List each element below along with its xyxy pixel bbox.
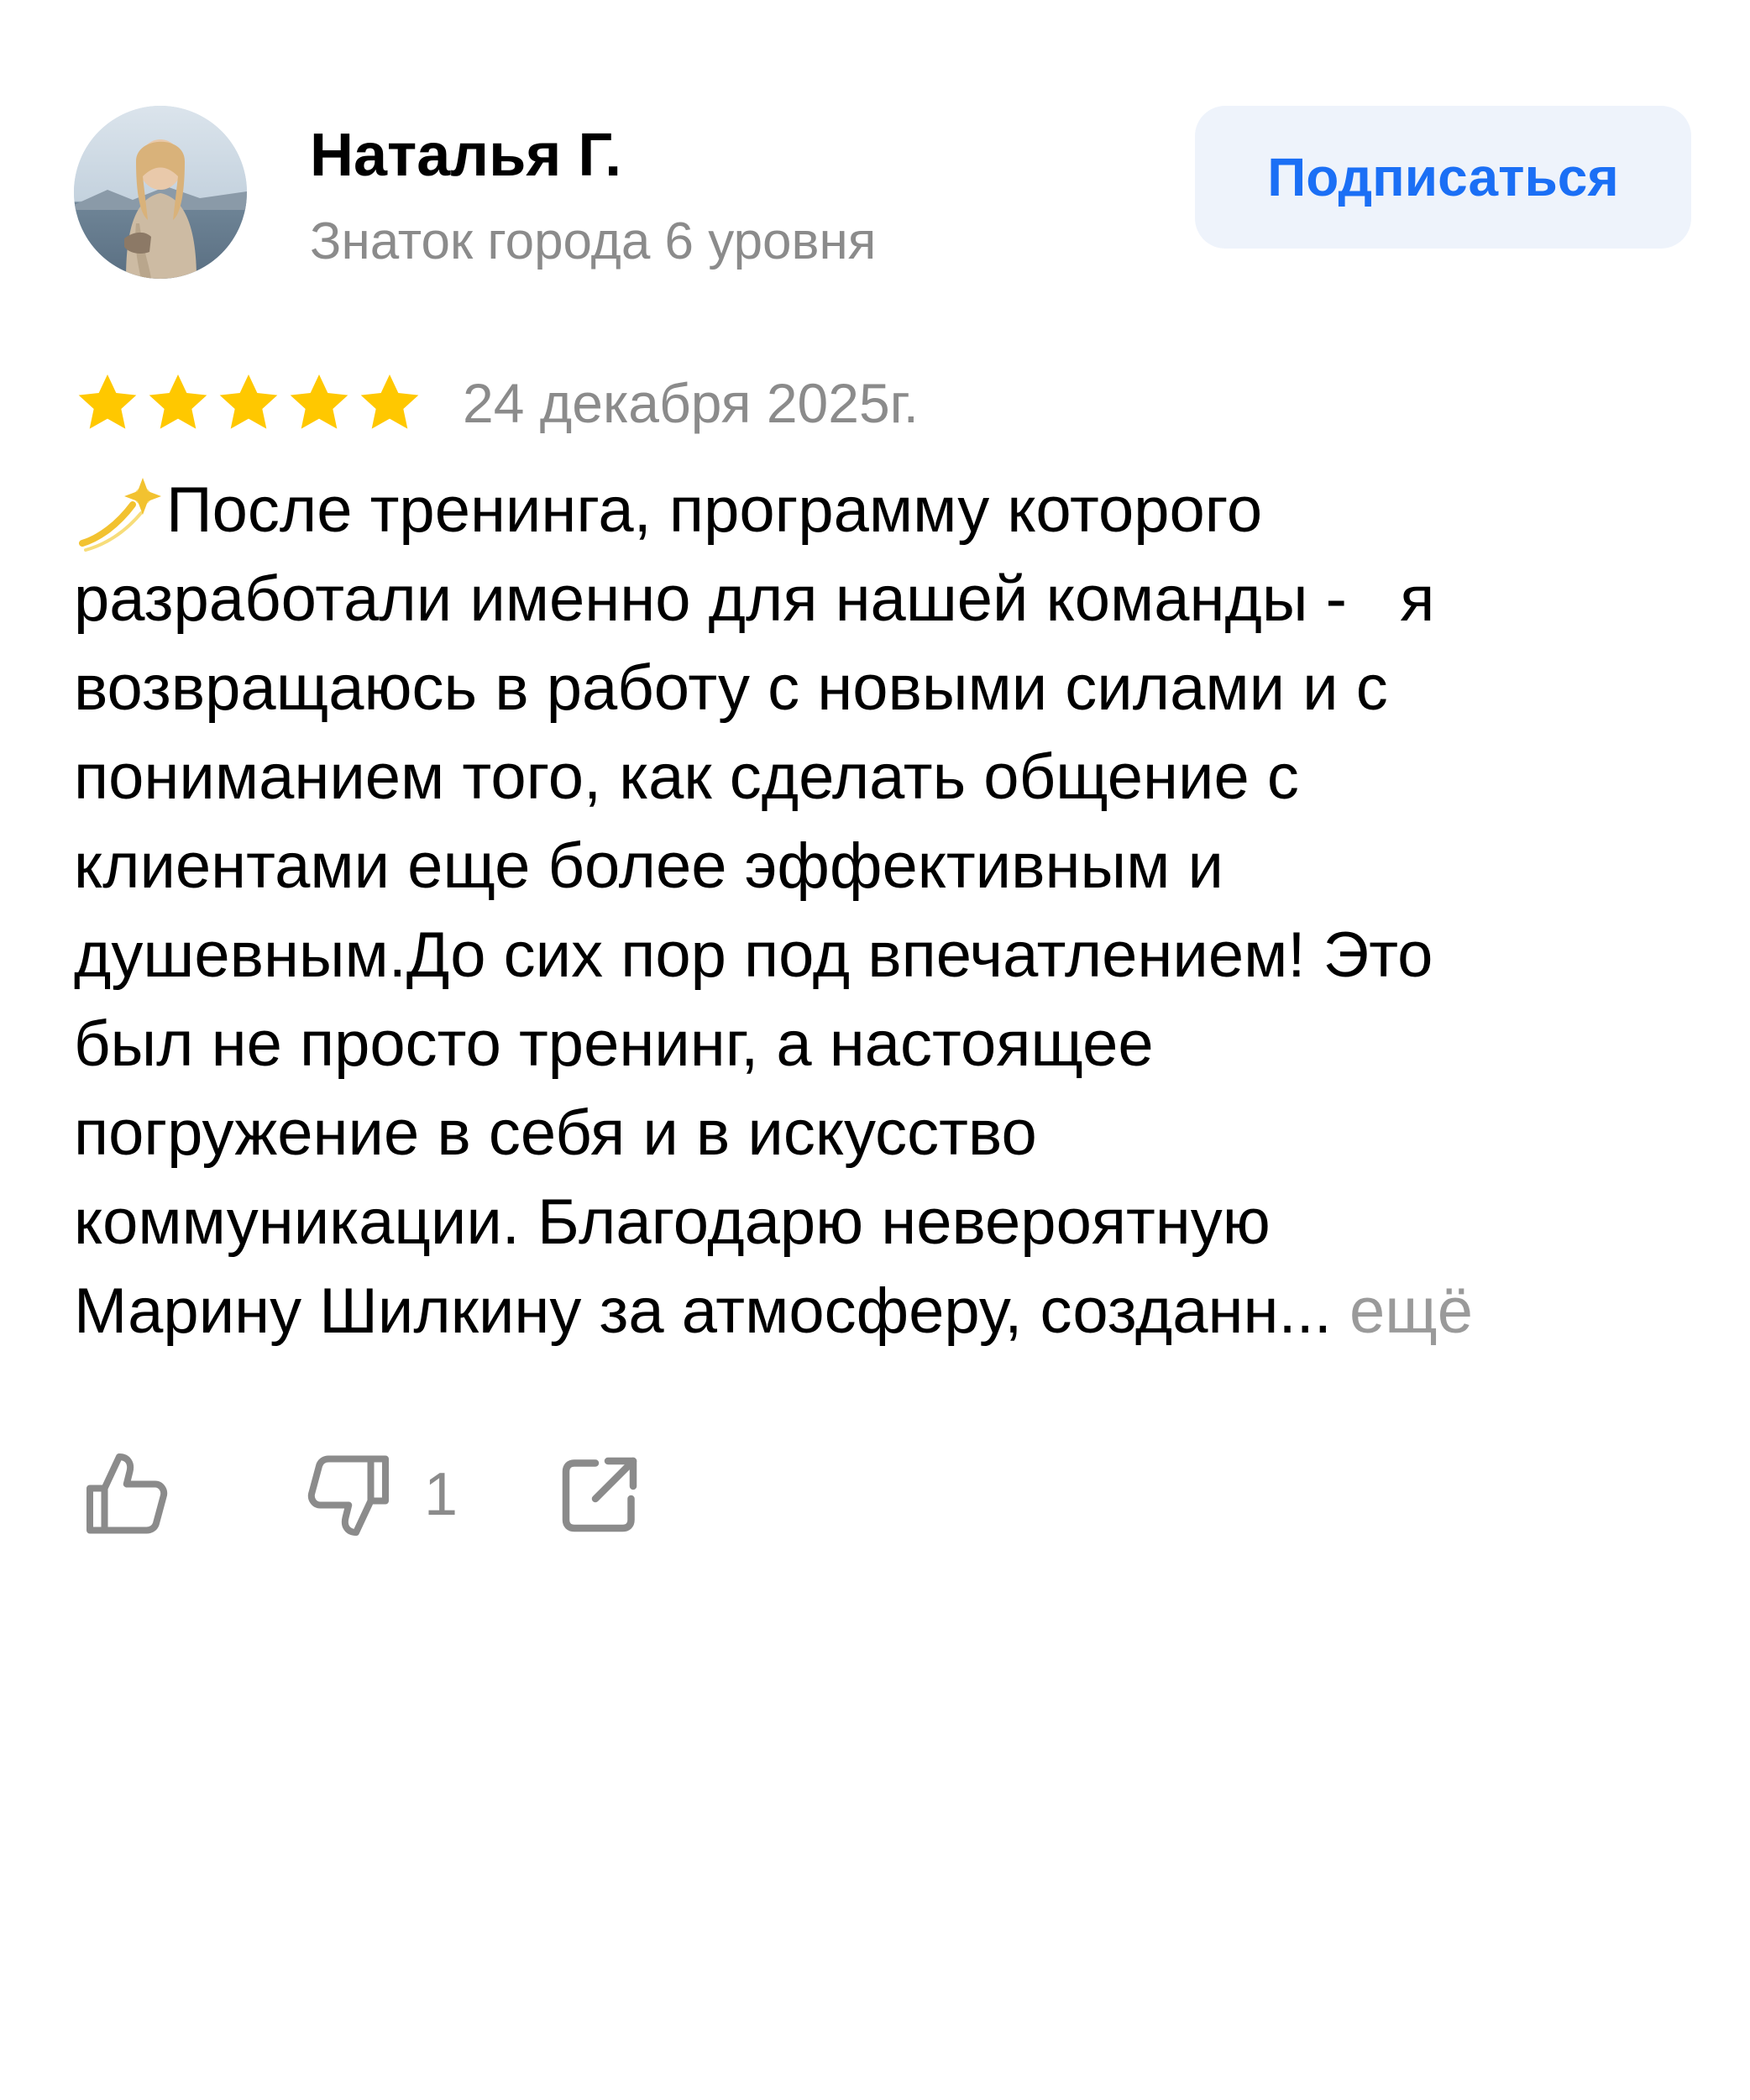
- author-avatar[interactable]: [74, 106, 247, 279]
- thumbs-down-icon: [307, 1455, 389, 1536]
- review-text-line-4: клиентами еще более эффективным и: [74, 830, 1223, 902]
- review-text-line-last: Марину Шилкину за атмосферу, созданн... …: [74, 1267, 1695, 1356]
- review-text-line-0: После тренинга, программу которого: [166, 474, 1263, 546]
- review-text-line-9: Марину Шилкину за атмосферу, созданн...: [74, 1275, 1332, 1347]
- review-text-line-7: погружение в себя и в искусство: [74, 1097, 1037, 1169]
- review-text-line-8: коммуникации. Благодарю невероятную: [74, 1186, 1271, 1258]
- star-icon: [290, 374, 348, 429]
- review-text-line-2: возвращаюсь в работу с новыми силами и с: [74, 652, 1388, 724]
- star-icon: [219, 374, 278, 429]
- star-icon: [149, 374, 207, 429]
- review-text-line: После тренинга, программу которого: [74, 466, 1695, 555]
- review-card: Наталья Г. Знаток города 6 уровня Подпис…: [0, 0, 1750, 2100]
- dislike-button[interactable]: [297, 1444, 398, 1545]
- share-icon: [562, 1457, 637, 1532]
- author-level: Знаток города 6 уровня: [310, 212, 877, 270]
- more-link[interactable]: ещё: [1349, 1275, 1473, 1347]
- share-button[interactable]: [549, 1444, 650, 1545]
- user-photo: [74, 106, 247, 279]
- author-name[interactable]: Наталья Г.: [310, 118, 621, 193]
- dizzy-emoji: [74, 466, 166, 555]
- subscribe-button[interactable]: Подписаться: [1195, 106, 1691, 249]
- review-text-line-3: пониманием того, как сделать общение с: [74, 741, 1299, 813]
- thumbs-up-icon: [86, 1453, 168, 1534]
- rating-stars: [74, 369, 427, 437]
- review-text[interactable]: После тренинга, программу которого разра…: [74, 466, 1695, 1356]
- review-text-line-5: душевным.До сих пор под впечатлением! Эт…: [74, 919, 1433, 991]
- review-text-line-1: разработали именно для нашей команды - я: [74, 563, 1435, 635]
- star-icon: [78, 374, 137, 429]
- review-date: 24 декабря 2025г.: [463, 372, 920, 434]
- review-text-line-6: был не просто тренинг, а настоящее: [74, 1008, 1154, 1080]
- like-button[interactable]: [77, 1444, 178, 1545]
- dislike-count: 1: [424, 1461, 458, 1528]
- star-icon: [360, 374, 419, 429]
